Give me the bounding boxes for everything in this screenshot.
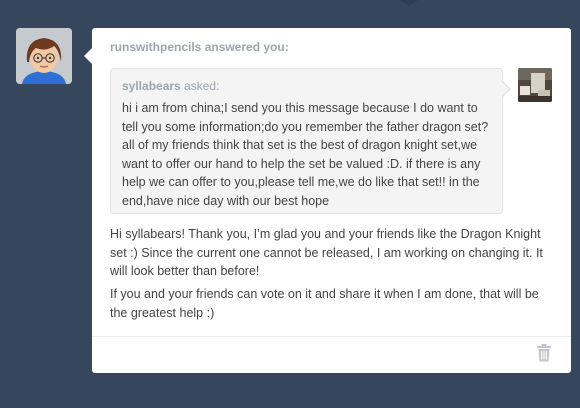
answer-post-card: runswithpencils answered you: syllabears… — [84, 28, 571, 373]
dashboard-notch — [400, 0, 418, 6]
question-box-pointer-fill — [502, 82, 509, 96]
asker-avatar[interactable] — [518, 68, 552, 102]
question-box: syllabears asked: hi i am from china;I s… — [110, 68, 511, 214]
cartoon-avatar-icon — [16, 28, 72, 84]
trash-icon — [537, 344, 551, 362]
asker-name[interactable]: syllabears — [122, 79, 181, 93]
asker-line: syllabears asked: — [122, 79, 219, 93]
answerer-avatar[interactable] — [16, 28, 72, 84]
post-footer-divider — [92, 336, 571, 337]
asked-label: asked: — [180, 79, 220, 93]
post-header: runswithpencils answered you: — [110, 40, 289, 54]
answer-paragraph: Hi syllabears! Thank you, I’m glad you a… — [110, 227, 543, 278]
delete-button[interactable] — [536, 344, 552, 362]
photo-avatar-icon — [518, 68, 552, 102]
answer-paragraph: If you and your friends can vote on it a… — [110, 287, 539, 320]
question-text: hi i am from china;I send you this messa… — [122, 101, 489, 208]
answered-label: answered you: — [201, 40, 289, 54]
answerer-name[interactable]: runswithpencils — [110, 40, 201, 54]
card-pointer — [84, 48, 92, 64]
